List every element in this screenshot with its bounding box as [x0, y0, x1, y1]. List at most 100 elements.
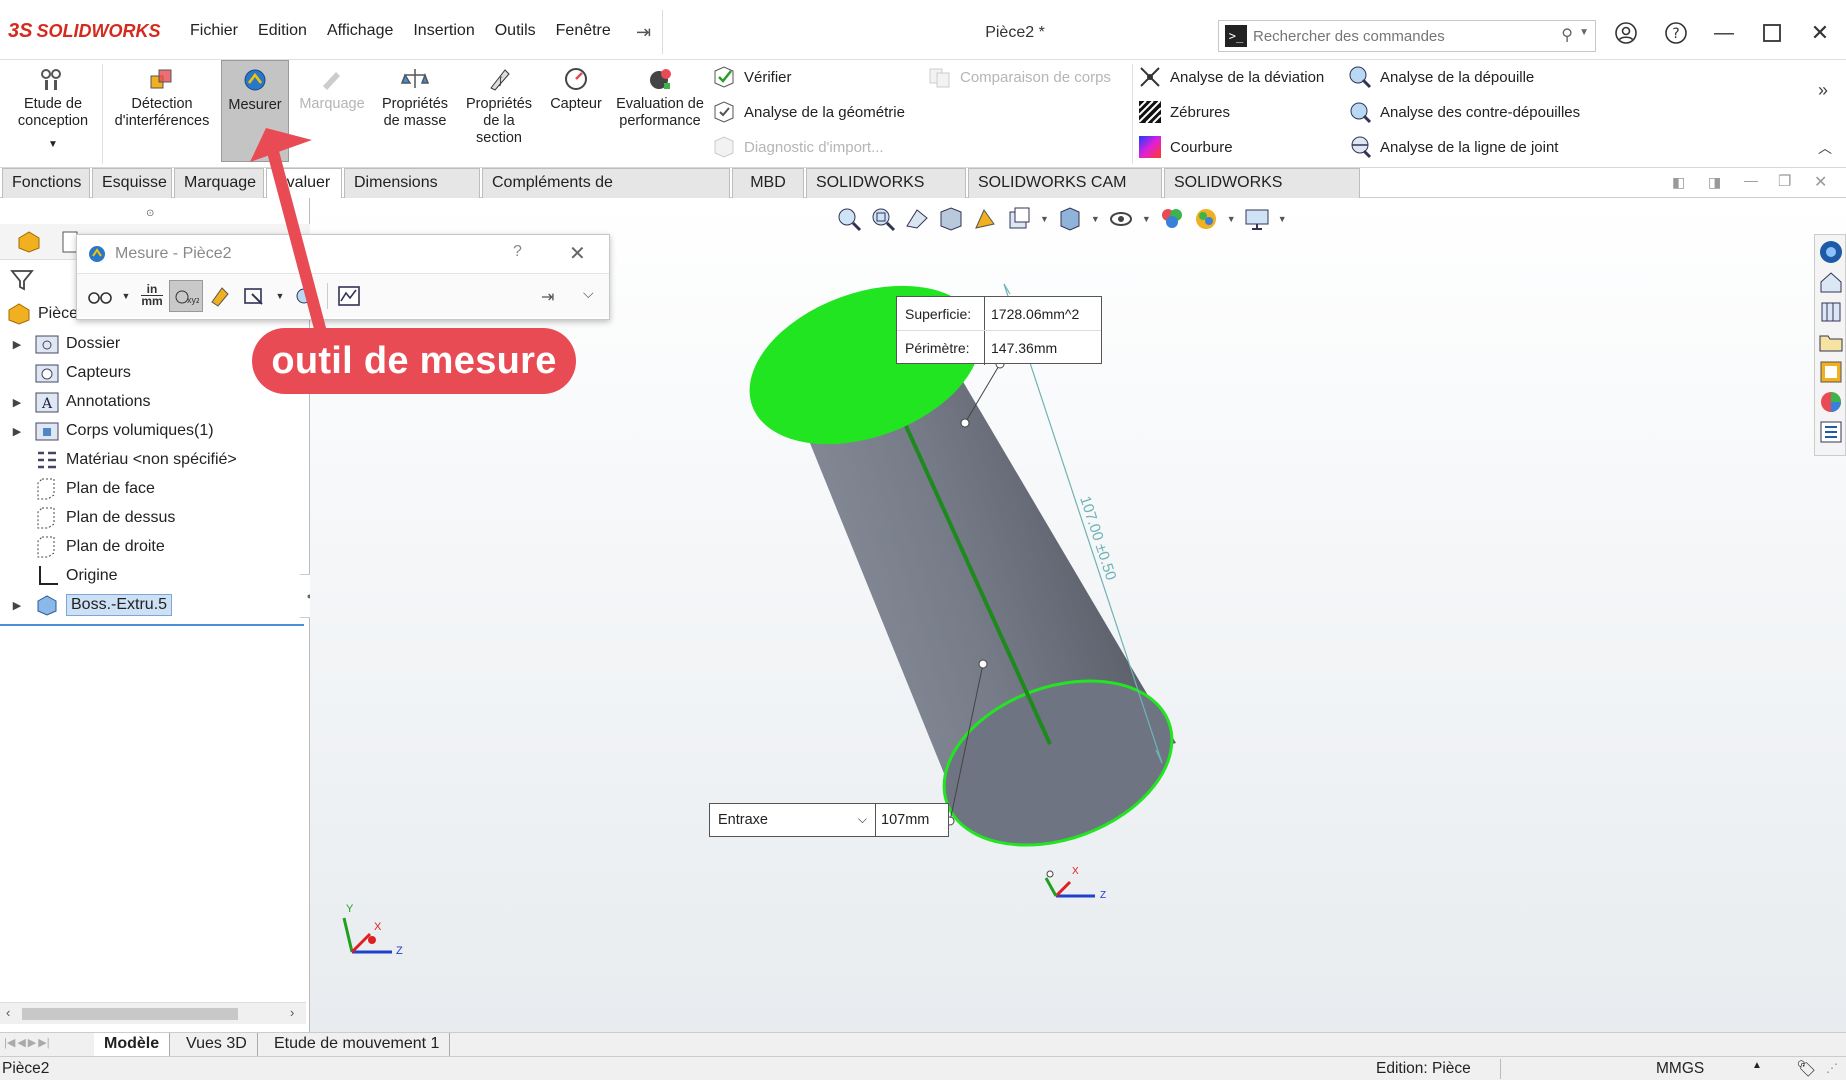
menu-fichier[interactable]: Fichier: [180, 18, 248, 44]
expand-icon[interactable]: ▶: [0, 599, 34, 612]
measure-dialog-header[interactable]: Mesure - Pièce2 ? ✕: [77, 235, 609, 273]
close-icon[interactable]: ✕: [1802, 18, 1838, 48]
menu-insertion[interactable]: Insertion: [403, 18, 484, 44]
doc-next-icon[interactable]: ◨: [1708, 174, 1721, 191]
solidworks-logo[interactable]: 3S SOLIDWORKS: [8, 18, 160, 44]
menu-affichage[interactable]: Affichage: [317, 18, 403, 44]
prev-tab-icon[interactable]: ◀: [17, 1036, 25, 1049]
minimize-icon[interactable]: —: [1706, 18, 1742, 48]
mesurer-button[interactable]: Mesurer: [221, 60, 289, 162]
tab-cam[interactable]: SOLIDWORKS CAM: [806, 168, 966, 219]
courbure-button[interactable]: Courbure: [1138, 132, 1233, 162]
measure-expand-icon[interactable]: ⌵: [583, 285, 594, 302]
tab-etude-mouvement[interactable]: Etude de mouvement 1: [264, 1033, 451, 1057]
menu-outils[interactable]: Outils: [485, 18, 546, 44]
analyse-contre-depouilles-button[interactable]: Analyse des contre-dépouilles: [1348, 97, 1580, 127]
proprietes-section-button[interactable]: ∫ Propriétés de la section: [460, 64, 538, 147]
ribbon-collapse-icon[interactable]: ︿: [1818, 138, 1832, 158]
evaluation-performance-button[interactable]: Evaluation de performance: [614, 64, 706, 130]
next-tab-icon[interactable]: ▶: [28, 1036, 36, 1049]
doc-close-icon[interactable]: ✕: [1814, 172, 1827, 192]
projected-on-icon[interactable]: [237, 280, 271, 312]
measure-close-button[interactable]: ✕: [569, 241, 586, 266]
tree-item-annotations[interactable]: ▶ A Annotations: [0, 388, 151, 416]
pin-menu-icon[interactable]: ⇥: [636, 22, 651, 43]
tree-item-plan-face[interactable]: Plan de face: [0, 475, 155, 503]
measure-help-button[interactable]: ?: [513, 243, 522, 261]
user-account-icon[interactable]: [1608, 18, 1644, 48]
tab-inspection[interactable]: SOLIDWORKS Inspection: [1164, 168, 1360, 219]
command-search[interactable]: >_ ⚲ ▼: [1218, 20, 1596, 52]
doc-minimize-icon[interactable]: —: [1744, 172, 1758, 188]
create-sensor-icon[interactable]: [332, 280, 366, 312]
rollback-bar[interactable]: [0, 624, 304, 626]
tab-dimensions-mbd[interactable]: Dimensions MBD: [344, 168, 480, 219]
panel-splitter-handle[interactable]: ⊙: [146, 208, 154, 219]
expand-icon[interactable]: ▶: [0, 338, 34, 351]
analyse-deviation-button[interactable]: Analyse de la déviation: [1138, 62, 1324, 92]
tree-item-origine[interactable]: Origine: [0, 562, 118, 590]
marquage-button[interactable]: Marquage: [294, 64, 370, 113]
rebuild-status-icon[interactable]: 🏷: [1796, 1059, 1816, 1079]
menu-fenetre[interactable]: Fenêtre: [546, 18, 621, 44]
tree-item-plan-droite[interactable]: Plan de droite: [0, 533, 165, 561]
status-units[interactable]: MMGS: [1656, 1060, 1704, 1078]
measurement-history-icon[interactable]: [289, 280, 323, 312]
proprietes-masse-button[interactable]: Propriétés de masse: [376, 64, 454, 130]
ribbon-more-icon[interactable]: »: [1818, 80, 1828, 101]
capteur-button[interactable]: Capteur: [544, 64, 608, 113]
etude-conception-button[interactable]: Etude de conception ▼: [8, 64, 98, 153]
scroll-thumb[interactable]: [22, 1008, 238, 1020]
tree-item-dossier[interactable]: ▶ Dossier: [0, 330, 120, 358]
analyse-depouille-button[interactable]: Analyse de la dépouille: [1348, 62, 1534, 92]
detection-interferences-button[interactable]: Détection d'interférences: [108, 64, 216, 130]
feature-manager-tab-icon[interactable]: [16, 230, 42, 259]
help-icon[interactable]: ?: [1658, 18, 1694, 48]
tree-item-corps-volumiques[interactable]: ▶ Corps volumiques(1): [0, 417, 214, 445]
tab-modele[interactable]: Modèle: [94, 1033, 171, 1057]
verifier-button[interactable]: Vérifier: [712, 62, 792, 92]
tree-item-plan-dessus[interactable]: Plan de dessus: [0, 504, 175, 532]
tab-esquisse[interactable]: Esquisse: [92, 168, 172, 198]
tree-root[interactable]: Pièce2: [0, 300, 87, 328]
measure-pin-icon[interactable]: ⇥: [541, 287, 554, 307]
tree-item-capteurs[interactable]: Capteurs: [0, 359, 131, 387]
projected-dropdown-icon[interactable]: ▼: [271, 280, 289, 312]
show-xyz-measurements-icon[interactable]: xyz: [169, 279, 203, 312]
analyse-geometrie-button[interactable]: Analyse de la géométrie: [712, 97, 905, 127]
tree-item-materiau[interactable]: Matériau <non spécifié>: [0, 446, 237, 474]
diagnostic-import-button[interactable]: Diagnostic d'import...: [712, 132, 884, 162]
search-input[interactable]: [1253, 27, 1543, 45]
distance-type-select[interactable]: Entraxe ⌵: [710, 804, 876, 836]
first-tab-icon[interactable]: |◀: [4, 1036, 15, 1049]
analyse-ligne-joint-button[interactable]: Analyse de la ligne de joint: [1348, 132, 1558, 162]
doc-restore-icon[interactable]: ❐: [1778, 172, 1791, 190]
tab-mbd[interactable]: MBD: [732, 168, 804, 198]
scroll-left-icon[interactable]: ‹: [6, 1005, 10, 1020]
maximize-icon[interactable]: [1754, 18, 1790, 48]
expand-icon[interactable]: ▶: [0, 425, 34, 438]
units-up-icon[interactable]: ▲: [1752, 1060, 1762, 1071]
tab-marquage[interactable]: Marquage: [174, 168, 264, 198]
arc-circle-measure-icon[interactable]: [83, 280, 117, 312]
zebrures-button[interactable]: Zébrures: [1138, 97, 1230, 127]
last-tab-icon[interactable]: ▶|: [38, 1036, 49, 1049]
point-to-point-icon[interactable]: [203, 280, 237, 312]
tab-complements[interactable]: Compléments de SOLIDWORKS: [482, 168, 730, 219]
scroll-right-icon[interactable]: ›: [290, 1005, 294, 1020]
tree-item-boss-extru[interactable]: ▶ Boss.-Extru.5: [0, 591, 173, 619]
units-precision-button[interactable]: in mm: [135, 280, 169, 312]
tab-scroll-arrows[interactable]: |◀ ◀ ▶ ▶|: [4, 1036, 50, 1049]
comparaison-corps-button[interactable]: Comparaison de corps: [928, 62, 1111, 92]
tree-filter-icon[interactable]: [10, 268, 34, 297]
expand-icon[interactable]: ▶: [0, 396, 34, 409]
tab-evaluer[interactable]: Evaluer: [266, 168, 342, 198]
arc-options-dropdown-icon[interactable]: ▼: [117, 280, 135, 312]
menu-edition[interactable]: Edition: [248, 18, 317, 44]
tab-fonctions[interactable]: Fonctions: [2, 168, 90, 198]
doc-prev-icon[interactable]: ◧: [1672, 174, 1685, 191]
search-icon[interactable]: ⚲: [1561, 25, 1573, 45]
tab-vues-3d[interactable]: Vues 3D: [176, 1033, 258, 1057]
tree-horizontal-scrollbar[interactable]: ‹ ›: [0, 1002, 306, 1024]
etude-dropdown-icon[interactable]: ▼: [8, 136, 98, 153]
